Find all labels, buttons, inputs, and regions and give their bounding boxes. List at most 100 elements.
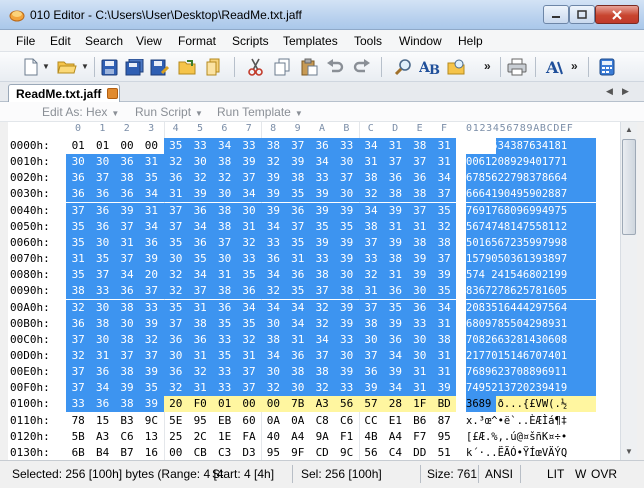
hex-byte[interactable]: 32: [261, 154, 286, 171]
hex-byte[interactable]: 33: [212, 331, 237, 348]
hex-byte[interactable]: A4: [286, 429, 310, 445]
hex-byte[interactable]: 38: [188, 315, 213, 332]
hex-byte[interactable]: 32: [139, 331, 164, 348]
hex-byte[interactable]: 31: [236, 218, 262, 235]
hex-byte[interactable]: 35: [236, 315, 262, 332]
hex-byte[interactable]: 38: [432, 331, 457, 348]
print-button[interactable]: [506, 56, 528, 78]
hex-byte[interactable]: 37: [407, 154, 432, 171]
copy-button[interactable]: [271, 56, 293, 78]
hex-byte[interactable]: 37: [188, 283, 213, 300]
hex-byte[interactable]: 36: [163, 364, 188, 381]
hex-byte[interactable]: 31: [432, 138, 457, 154]
ascii-text[interactable]: 7691768096994975: [466, 202, 596, 219]
hex-byte[interactable]: 39: [261, 170, 286, 187]
hex-byte[interactable]: 1F: [407, 396, 432, 413]
hex-row[interactable]: 00B0h: 36 38 30 39 37 38 35 35 30 34 32 39 38 39 33 31 68…: [8, 315, 620, 332]
hex-byte[interactable]: 33: [139, 299, 164, 316]
hex-byte[interactable]: 33: [334, 380, 359, 397]
hex-byte[interactable]: 32: [358, 186, 384, 203]
hex-byte[interactable]: 36: [212, 299, 237, 316]
hex-byte[interactable]: 6B: [66, 445, 90, 460]
hex-byte[interactable]: 38: [90, 315, 115, 332]
hex-byte[interactable]: 31: [90, 347, 115, 364]
hex-byte[interactable]: 34: [188, 218, 213, 235]
hex-byte[interactable]: BD: [432, 396, 457, 413]
hex-byte[interactable]: 36: [285, 267, 310, 284]
hex-byte[interactable]: 38: [261, 138, 286, 154]
hex-byte[interactable]: 39: [139, 364, 164, 381]
menu-window[interactable]: Window: [399, 34, 442, 48]
hex-byte[interactable]: 37: [310, 347, 335, 364]
open-folder-button[interactable]: [177, 56, 199, 78]
hex-byte[interactable]: 36: [188, 202, 213, 219]
hex-byte[interactable]: 37: [90, 267, 115, 284]
hex-byte[interactable]: 39: [310, 186, 335, 203]
hex-byte[interactable]: 35: [285, 234, 310, 251]
hex-byte[interactable]: 30: [407, 283, 432, 300]
hex-byte[interactable]: 39: [407, 251, 432, 268]
hex-byte[interactable]: 31: [139, 154, 164, 171]
hex-byte[interactable]: 31: [114, 234, 140, 251]
hex-byte[interactable]: 32: [163, 283, 188, 300]
hex-byte[interactable]: 31: [432, 315, 457, 332]
hex-byte[interactable]: 31: [188, 347, 213, 364]
hex-byte[interactable]: 31: [407, 364, 432, 381]
hex-byte[interactable]: 39: [139, 251, 164, 268]
hex-editor-view[interactable]: 0123456789ABCDEF 0123456789ABCDEF 0000h:…: [8, 122, 620, 460]
hex-byte[interactable]: 37: [139, 283, 164, 300]
hex-byte[interactable]: 30: [236, 202, 262, 219]
hex-byte[interactable]: 00: [164, 445, 188, 460]
hex-row[interactable]: 0110h: 78 15 B3 9C 5E 95 EB 60 0A 0A C8 C6 CC E1 B6 87 x.…: [8, 413, 620, 429]
hex-byte[interactable]: 37: [285, 218, 310, 235]
hex-byte[interactable]: 2C: [188, 429, 212, 445]
hex-byte[interactable]: B4: [90, 445, 114, 460]
hex-byte[interactable]: 33: [212, 364, 237, 381]
hex-byte[interactable]: 38: [114, 170, 140, 187]
hex-byte[interactable]: 38: [358, 170, 384, 187]
hex-byte[interactable]: 37: [358, 234, 384, 251]
hex-byte[interactable]: 34: [432, 170, 457, 187]
hex-byte[interactable]: 31: [358, 283, 384, 300]
hex-byte[interactable]: 36: [90, 364, 115, 381]
menu-file[interactable]: File: [16, 34, 35, 48]
hex-byte[interactable]: 32: [310, 315, 335, 332]
hex-byte[interactable]: C8: [310, 413, 334, 429]
hex-byte[interactable]: 13: [139, 429, 163, 445]
hex-byte[interactable]: 39: [139, 396, 164, 413]
maximize-button[interactable]: [569, 5, 595, 24]
status-w[interactable]: W: [575, 467, 586, 481]
hex-byte[interactable]: 38: [334, 283, 359, 300]
hex-row[interactable]: 0100h: 33 36 38 39 20 F0 01 00 00 7B A3 56 57 28 1F BD 36…: [8, 396, 620, 413]
toolbar-overflow-button-2[interactable]: »: [571, 59, 578, 73]
hex-byte[interactable]: 39: [383, 315, 408, 332]
hex-byte[interactable]: 39: [261, 202, 286, 219]
ascii-text[interactable]: ....534387634181: [466, 138, 596, 154]
hex-byte[interactable]: 38: [285, 170, 310, 187]
hex-byte[interactable]: 37: [163, 315, 188, 332]
hex-byte[interactable]: 0A: [261, 413, 285, 429]
menu-scripts[interactable]: Scripts: [232, 34, 269, 48]
hex-byte[interactable]: 35: [285, 283, 310, 300]
hex-byte[interactable]: 32: [236, 234, 262, 251]
ascii-text[interactable]: 2177015146707401: [466, 347, 596, 364]
hex-byte[interactable]: 36: [90, 186, 115, 203]
find-replace-button[interactable]: AB: [419, 56, 441, 78]
hex-row[interactable]: 0020h: 36 37 38 35 36 32 32 37 39 38 33 37 38 36 36 34 67…: [8, 170, 620, 187]
hex-byte[interactable]: 32: [432, 218, 457, 235]
hex-byte[interactable]: 34: [139, 218, 164, 235]
hex-byte[interactable]: 38: [383, 186, 408, 203]
hex-byte[interactable]: 39: [114, 202, 140, 219]
hex-byte[interactable]: 38: [407, 234, 432, 251]
hex-byte[interactable]: 32: [261, 283, 286, 300]
hex-byte[interactable]: 36: [90, 202, 115, 219]
save-button[interactable]: [98, 56, 120, 78]
hex-byte[interactable]: CD: [310, 445, 334, 460]
ascii-text[interactable]: [£Æ.%,.ú@¤šñK¤÷•: [466, 429, 596, 445]
hex-byte[interactable]: 51: [432, 445, 456, 460]
hex-byte[interactable]: 35: [163, 138, 188, 154]
hex-byte[interactable]: 36: [285, 347, 310, 364]
ascii-text[interactable]: 7689623708896911: [466, 364, 596, 381]
hex-byte[interactable]: 34: [310, 154, 335, 171]
hex-byte[interactable]: 36: [163, 331, 188, 348]
